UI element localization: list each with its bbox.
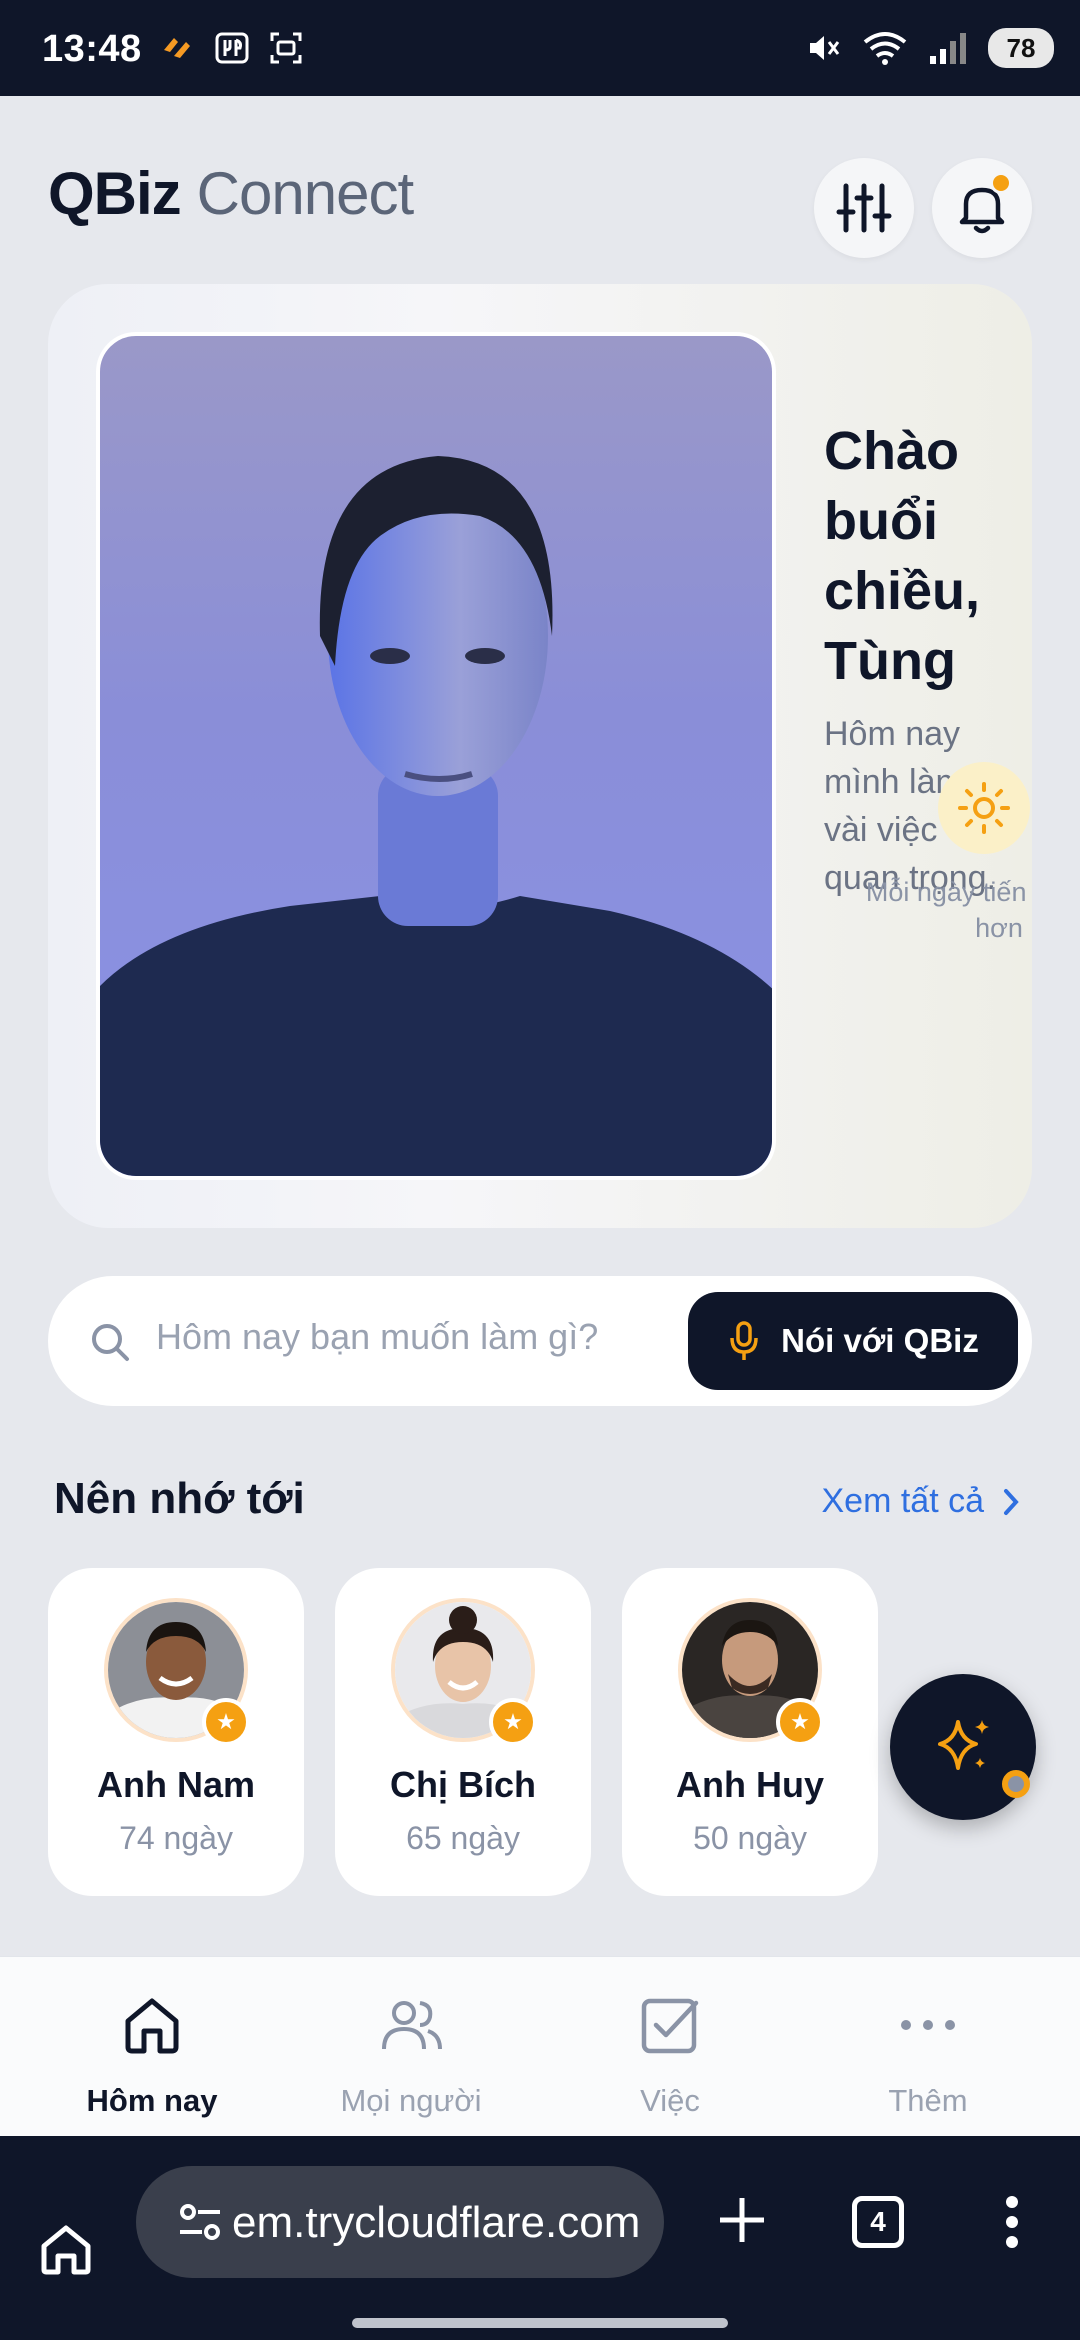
brand-secondary: Connect	[196, 159, 414, 227]
restaurant-icon	[215, 32, 249, 64]
browser-toolbar: em.trycloudflare.com 4	[0, 2136, 1080, 2340]
contact-days: 74 ngày	[119, 1820, 233, 1856]
contact-name: Chị Bích	[389, 1764, 536, 1805]
hero-portrait-image	[96, 332, 776, 1180]
favorite-star-icon: ★	[202, 1698, 250, 1746]
contact-days: 50 ngày	[693, 1820, 807, 1856]
nav-item-today[interactable]: Hôm nay	[52, 1987, 252, 2119]
greeting-title: Chào buổi chiều, Tùng	[824, 421, 981, 691]
contact-card[interactable]: ★ Anh Huy 50 ngày	[622, 1568, 878, 1896]
browser-menu-icon[interactable]	[1004, 2194, 1020, 2250]
search-icon	[92, 1324, 129, 1361]
nav-label: Thêm	[888, 2083, 968, 2118]
battery-indicator: 78	[988, 28, 1054, 68]
sparkles-icon	[938, 1720, 989, 1770]
status-bar: 13:48 78	[0, 0, 1080, 96]
nav-item-more[interactable]: Thêm	[828, 1987, 1028, 2119]
filters-button[interactable]	[814, 158, 914, 258]
nav-label: Hôm nay	[86, 2083, 218, 2118]
voice-talk-button[interactable]: Nói với QBiz	[688, 1292, 1018, 1390]
nav-label: Việc	[640, 2083, 700, 2118]
app-header: QBiz Connect	[48, 148, 414, 238]
search-bar[interactable]: Hôm nay bạn muốn làm gì? Nói với QBiz	[48, 1276, 1032, 1406]
nav-item-tasks[interactable]: Việc	[570, 1987, 770, 2119]
fab-status-dot	[1002, 1770, 1030, 1798]
search-input[interactable]: Hôm nay bạn muốn làm gì?	[156, 1316, 598, 1358]
favorite-star-icon: ★	[776, 1698, 824, 1746]
section-title: Nên nhớ tới	[54, 1474, 305, 1523]
gesture-home-indicator	[352, 2318, 728, 2328]
notification-dot	[990, 172, 1012, 194]
sun-icon	[958, 782, 1010, 834]
contact-name: Anh Nam	[96, 1764, 255, 1805]
chevron-right-icon	[1004, 1488, 1019, 1515]
app-notification-icon	[164, 38, 190, 58]
ai-assistant-fab[interactable]	[890, 1674, 1036, 1820]
portrait-illustration	[100, 456, 772, 1176]
hero-card: Chào buổi chiều, Tùng Hôm nay mình làm v…	[48, 284, 1032, 1228]
contact-name: Anh Huy	[676, 1764, 824, 1805]
contact-card[interactable]: ★ Chị Bích 65 ngày	[335, 1568, 591, 1896]
daily-tagline: Mỗi ngày tiến bộ hơn ✨	[865, 877, 1032, 943]
nav-label: Mọi người	[340, 2083, 482, 2118]
app-screen: QBiz Connect Chào buổi chiều, Tùng Hôm n…	[0, 96, 1080, 1956]
url-text: em.trycloudflare.com	[232, 2198, 641, 2247]
screenshot-icon	[270, 32, 302, 64]
favorite-star-icon: ★	[489, 1698, 537, 1746]
nav-item-people[interactable]: Mọi người	[311, 1987, 511, 2119]
home-icon	[125, 1998, 179, 2054]
sliders-icon	[836, 183, 892, 233]
wifi-icon	[863, 32, 907, 65]
signal-icon	[930, 33, 966, 64]
voice-button-label: Nói với QBiz	[781, 1322, 979, 1359]
contact-days: 65 ngày	[406, 1820, 520, 1856]
brand-primary: QBiz	[48, 159, 182, 227]
see-all-label: Xem tất cả	[821, 1482, 984, 1520]
microphone-icon	[730, 1321, 758, 1360]
checkbox-icon	[641, 1998, 699, 2054]
address-bar[interactable]: em.trycloudflare.com	[136, 2166, 664, 2278]
bottom-navigation: Hôm nay Mọi người Việc Thêm	[0, 1956, 1080, 2136]
status-time: 13:48	[42, 28, 142, 70]
contact-card[interactable]: ★ Anh Nam 74 ngày	[48, 1568, 304, 1896]
people-icon	[382, 2001, 442, 2050]
sun-badge	[938, 762, 1030, 854]
site-settings-icon[interactable]	[178, 2202, 222, 2242]
tab-switcher-button[interactable]: 4	[852, 2196, 904, 2248]
new-tab-icon[interactable]	[714, 2192, 770, 2248]
mute-icon	[810, 36, 840, 60]
browser-home-icon[interactable]	[38, 2222, 94, 2278]
more-horizontal-icon	[901, 2020, 955, 2030]
notifications-button[interactable]	[932, 158, 1032, 258]
see-all-link[interactable]: Xem tất cả	[821, 1482, 1020, 1521]
